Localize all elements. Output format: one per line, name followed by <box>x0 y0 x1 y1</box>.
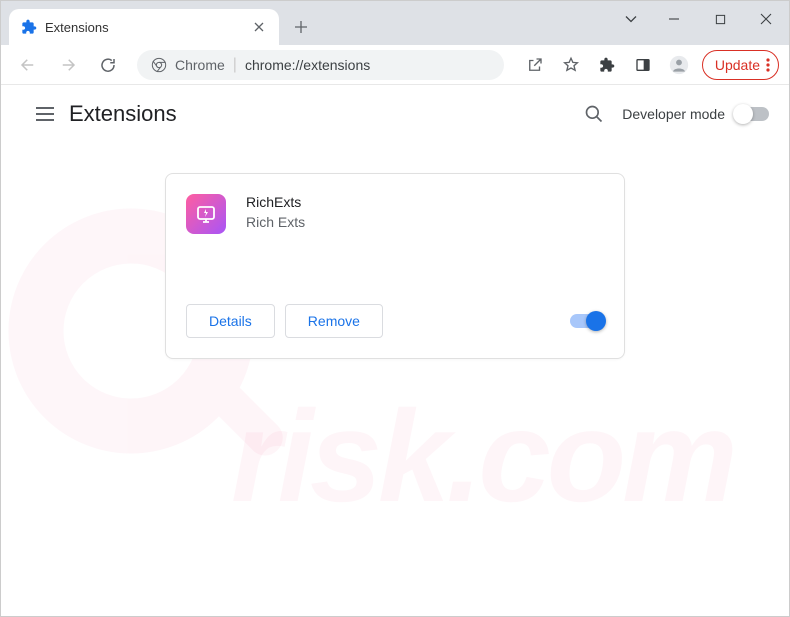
forward-button[interactable] <box>51 48 85 82</box>
menu-dots-icon <box>766 58 770 72</box>
url-separator: | <box>233 56 237 74</box>
extension-description: Rich Exts <box>246 214 305 230</box>
share-icon[interactable] <box>518 48 552 82</box>
extension-card: RichExts Rich Exts Details Remove <box>165 173 625 359</box>
tab-dropdown-button[interactable] <box>611 1 651 37</box>
profile-avatar-icon[interactable] <box>662 48 696 82</box>
extension-app-icon <box>186 194 226 234</box>
update-button-label: Update <box>715 57 760 73</box>
tab-bar: Extensions <box>1 1 789 45</box>
extension-name: RichExts <box>246 194 305 210</box>
tab-title: Extensions <box>45 20 243 35</box>
address-bar[interactable]: Chrome | chrome://extensions <box>137 50 504 80</box>
page-title: Extensions <box>69 101 177 127</box>
close-tab-button[interactable] <box>251 19 267 35</box>
developer-mode-toggle[interactable] <box>735 107 769 121</box>
reload-button[interactable] <box>91 48 125 82</box>
hamburger-menu-icon[interactable] <box>21 106 69 122</box>
developer-mode-label: Developer mode <box>622 106 725 122</box>
developer-mode-control: Developer mode <box>622 106 769 122</box>
close-window-button[interactable] <box>743 1 789 37</box>
extension-puzzle-icon <box>21 19 37 35</box>
details-button[interactable]: Details <box>186 304 275 338</box>
back-button[interactable] <box>11 48 45 82</box>
extensions-page-header: Extensions Developer mode <box>1 85 789 143</box>
remove-button[interactable]: Remove <box>285 304 383 338</box>
maximize-button[interactable] <box>697 1 743 37</box>
browser-toolbar: Chrome | chrome://extensions Update <box>1 45 789 85</box>
extension-enable-toggle[interactable] <box>570 314 604 328</box>
new-tab-button[interactable] <box>287 13 315 41</box>
window-controls <box>611 1 789 37</box>
chrome-logo-icon <box>151 57 167 73</box>
update-button[interactable]: Update <box>702 50 779 80</box>
url-scheme-label: Chrome <box>175 57 225 73</box>
minimize-button[interactable] <box>651 1 697 37</box>
side-panel-icon[interactable] <box>626 48 660 82</box>
svg-text:risk.com: risk.com <box>231 383 734 529</box>
search-icon[interactable] <box>584 104 604 124</box>
browser-tab[interactable]: Extensions <box>9 9 279 45</box>
extensions-list: RichExts Rich Exts Details Remove <box>1 143 789 359</box>
url-text: chrome://extensions <box>245 57 370 73</box>
extensions-puzzle-icon[interactable] <box>590 48 624 82</box>
bookmark-star-icon[interactable] <box>554 48 588 82</box>
